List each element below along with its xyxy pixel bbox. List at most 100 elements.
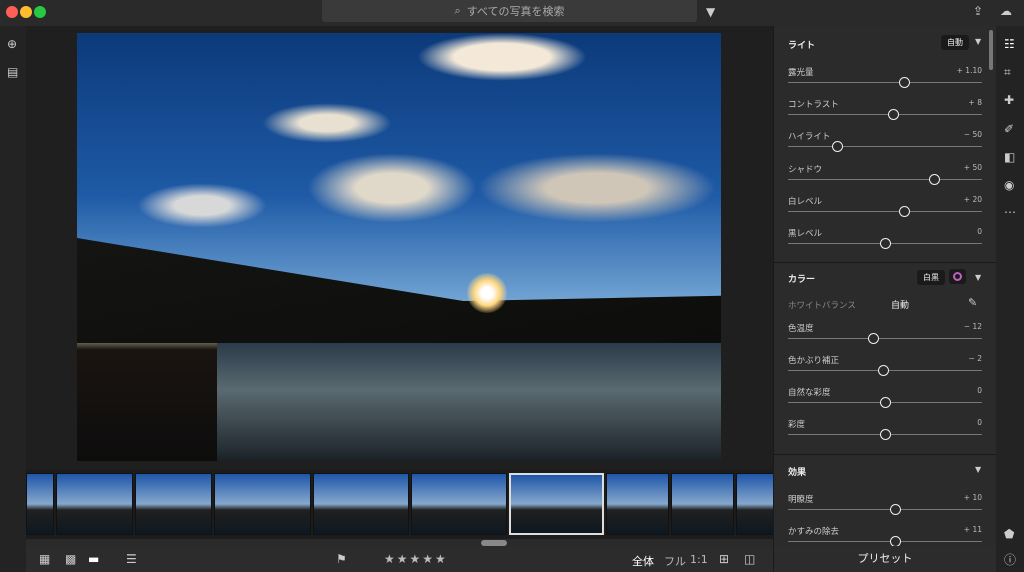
compare-icon[interactable]: ⊞ — [719, 553, 729, 565]
tag-icon[interactable]: ⬟ — [1004, 528, 1014, 540]
share-icon[interactable]: ⇪ — [973, 5, 983, 17]
slider-track[interactable] — [788, 82, 982, 83]
thumbnail[interactable] — [56, 473, 133, 535]
white-balance-select[interactable]: 自動 — [891, 298, 909, 311]
thumbnail[interactable] — [135, 473, 212, 535]
eyedropper-icon[interactable]: ✎ — [968, 297, 977, 308]
left-toolbar: ⊕ ▤ — [0, 26, 26, 572]
gradient-icon[interactable]: ◧ — [1004, 151, 1015, 163]
slider-track[interactable] — [788, 178, 982, 180]
thumbnail[interactable] — [736, 473, 773, 535]
slider-track[interactable] — [788, 509, 982, 510]
slider-track[interactable] — [788, 114, 982, 116]
slider-knob[interactable] — [889, 504, 901, 515]
grid-view-icon[interactable]: ▦ — [39, 553, 50, 565]
thumbnail[interactable] — [313, 473, 409, 535]
slider-label: シャドウ — [788, 164, 823, 175]
add-photo-icon[interactable]: ⊕ — [7, 38, 17, 50]
slider-label: 自然な彩度 — [788, 388, 831, 398]
slider-label: 色かぶり補正 — [788, 356, 840, 366]
view-all-button[interactable]: 全体 — [632, 553, 654, 569]
right-toolbar: ☷ ⌗ ✚ ✐ ◧ ◉ ⋯ ⬟ ⓘ — [996, 26, 1024, 572]
brush-icon[interactable]: ✐ — [1004, 123, 1014, 135]
search-placeholder: すべての写真を検索 — [466, 5, 565, 18]
slider-value[interactable]: + 1.10 — [957, 66, 982, 75]
square-grid-icon[interactable]: ▩ — [65, 553, 76, 565]
slider-knob[interactable] — [880, 429, 891, 440]
slider-value[interactable]: 0 — [977, 418, 982, 427]
zoom-window-button[interactable] — [34, 6, 46, 18]
filmstrip[interactable] — [26, 469, 773, 539]
thumbnail[interactable] — [671, 473, 734, 535]
thumbnail[interactable] — [411, 473, 507, 535]
edit-sliders-icon[interactable]: ☷ — [1004, 38, 1015, 50]
close-window-button[interactable] — [6, 6, 18, 18]
slider-value[interactable]: + 20 — [964, 195, 982, 204]
slider-row: 明瞭度 + 10 — [788, 493, 982, 523]
album-icon[interactable]: ▤ — [7, 66, 18, 78]
slider-knob[interactable] — [887, 109, 899, 121]
thumbnail[interactable] — [214, 473, 311, 535]
color-wheel-icon — [953, 272, 962, 281]
preset-button[interactable]: プリセット — [773, 546, 996, 572]
radial-icon[interactable]: ◉ — [1004, 179, 1014, 191]
view-1to1-button[interactable]: 1:1 — [690, 553, 708, 566]
slider-row: かすみの除去 + 11 — [788, 525, 982, 546]
slider-value[interactable]: + 8 — [969, 98, 982, 107]
sort-icon[interactable]: ☰ — [126, 553, 137, 565]
view-full-button[interactable]: フル — [664, 553, 686, 569]
slider-knob[interactable] — [889, 536, 901, 546]
minimize-window-button[interactable] — [20, 6, 32, 18]
scrollbar-thumb[interactable] — [481, 540, 507, 546]
slider-row: 白レベル + 20 — [788, 195, 982, 225]
slider-track[interactable] — [788, 210, 982, 212]
slider-knob[interactable] — [868, 333, 880, 344]
slider-label: ハイライト — [788, 132, 831, 143]
slider-knob[interactable] — [928, 173, 940, 185]
before-after-icon[interactable]: ◫ — [744, 553, 755, 565]
chevron-down-icon[interactable]: ▼ — [975, 38, 981, 46]
slider-value[interactable]: − 50 — [964, 130, 982, 139]
slider-value[interactable]: 0 — [977, 227, 982, 236]
thumbnail[interactable] — [26, 473, 54, 535]
thumbnail[interactable] — [606, 473, 669, 535]
slider-knob[interactable] — [878, 365, 890, 376]
star-rating[interactable]: ★★★★★ — [384, 552, 448, 566]
slider-knob[interactable] — [880, 397, 891, 408]
info-icon[interactable]: ⓘ — [1004, 554, 1016, 566]
slider-value[interactable]: + 11 — [964, 525, 982, 534]
thumbnail-selected[interactable] — [509, 473, 604, 535]
panel-scrollbar[interactable] — [989, 30, 993, 70]
slider-label: 彩度 — [788, 420, 806, 430]
slider-label: 露光量 — [788, 68, 814, 78]
flag-icon[interactable]: ⚑ — [336, 553, 347, 565]
slider-knob[interactable] — [899, 205, 911, 217]
cloud-icon[interactable]: ☁ — [1000, 5, 1012, 17]
crop-icon[interactable]: ⌗ — [1004, 66, 1011, 78]
slider-track[interactable] — [788, 338, 982, 339]
chevron-down-icon[interactable]: ▼ — [975, 274, 981, 282]
filter-icon[interactable]: ▼ — [706, 6, 715, 18]
more-icon[interactable]: ⋯ — [1004, 206, 1016, 218]
filmstrip-scrollbar[interactable] — [26, 539, 773, 547]
slider-value[interactable]: 0 — [977, 386, 982, 395]
slider-value[interactable]: − 2 — [969, 354, 982, 363]
slider-value[interactable]: + 10 — [964, 493, 982, 502]
slider-value[interactable]: + 50 — [964, 163, 982, 172]
slider-track[interactable] — [788, 541, 982, 542]
slider-value[interactable]: − 12 — [964, 322, 982, 331]
detail-view-icon[interactable]: ▬ — [88, 553, 99, 565]
slider-track[interactable] — [788, 146, 982, 148]
slider-knob[interactable] — [899, 77, 911, 88]
color-section-title: カラー — [788, 275, 816, 285]
chevron-down-icon[interactable]: ▼ — [975, 466, 981, 474]
edit-panel: ライト 自動 ▼ 露光量 + 1.10 コントラスト + 8 ハイライト − 50 シャドウ… — [773, 26, 996, 546]
auto-button[interactable]: 自動 — [941, 35, 969, 50]
search-input[interactable]: ⌕ すべての写真を検索 — [322, 0, 697, 22]
slider-label: コントラスト — [788, 100, 839, 111]
color-mixer-button[interactable] — [949, 269, 966, 284]
slider-knob[interactable] — [831, 141, 843, 153]
slider-knob[interactable] — [880, 238, 891, 249]
healing-icon[interactable]: ✚ — [1004, 94, 1014, 106]
bw-button[interactable]: 白黒 — [917, 270, 945, 285]
